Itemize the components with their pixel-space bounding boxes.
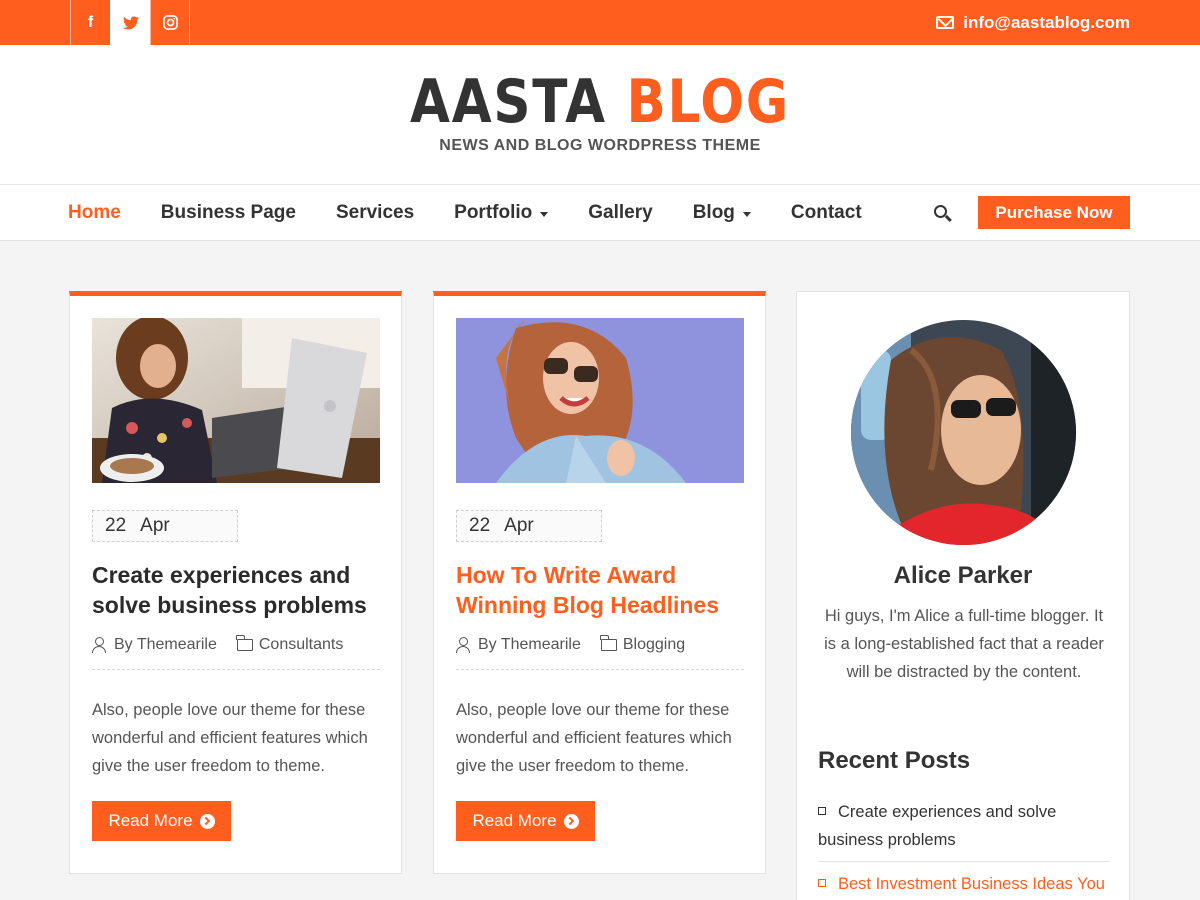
post-title[interactable]: How To Write Award Winning Blog Headline… bbox=[456, 560, 746, 620]
recent-posts-title: Recent Posts bbox=[818, 747, 971, 774]
nav-item-gallery[interactable]: Gallery bbox=[588, 202, 652, 224]
nav-item-home[interactable]: Home bbox=[68, 202, 121, 224]
post-image[interactable] bbox=[92, 318, 380, 483]
nav-item-contact[interactable]: Contact bbox=[791, 202, 862, 224]
author-name: Alice Parker bbox=[893, 562, 1033, 589]
facebook-glyph: f bbox=[87, 13, 94, 31]
sidebar: Alice Parker Hi guys, I'm Alice a full-t… bbox=[796, 291, 1130, 900]
post-card: 22 Apr How To Write Award Winning Blog H… bbox=[433, 291, 766, 874]
read-more-label: Read More bbox=[108, 811, 193, 830]
post-author[interactable]: By Themearile bbox=[478, 636, 581, 654]
date-month: Apr bbox=[140, 515, 170, 536]
main-nav: Home Business Page Services Portfolio Ga… bbox=[0, 185, 1200, 241]
twitter-bird-icon bbox=[122, 15, 139, 29]
recent-post-label: Create experiences and solve business pr… bbox=[818, 803, 1057, 849]
post-meta: By Themearile Consultants bbox=[92, 635, 380, 670]
post-date: 22 Apr bbox=[456, 510, 602, 542]
facebook-icon[interactable]: f bbox=[70, 0, 110, 45]
read-more-button[interactable]: Read More bbox=[456, 801, 595, 841]
envelope-icon bbox=[936, 16, 955, 29]
site-header: AASTA BLOG NEWS AND BLOG WORDPRESS THEME bbox=[0, 45, 1200, 185]
chevron-down-icon bbox=[742, 211, 751, 217]
recent-posts-list: Create experiences and solve business pr… bbox=[818, 798, 1110, 900]
logo-part1: AASTA bbox=[410, 67, 607, 137]
folder-icon bbox=[236, 635, 253, 651]
author-bio: Hi guys, I'm Alice a full-time blogger. … bbox=[824, 607, 1104, 681]
user-icon bbox=[92, 637, 106, 653]
woman-laptop-photo bbox=[92, 318, 380, 483]
email-link[interactable]: info@aastablog.com bbox=[936, 0, 1130, 45]
post-excerpt: Also, people love our theme for these wo… bbox=[456, 701, 732, 775]
nav-label: Home bbox=[68, 202, 121, 223]
nav-item-blog[interactable]: Blog bbox=[693, 202, 751, 224]
twitter-icon[interactable] bbox=[110, 0, 150, 45]
nav-label: Blog bbox=[692, 202, 735, 223]
site-logo[interactable]: AASTA BLOG bbox=[84, 67, 1116, 137]
post-category[interactable]: Blogging bbox=[623, 636, 685, 654]
post-meta: By Themearile Blogging bbox=[456, 635, 744, 670]
nav-label: Services bbox=[335, 202, 415, 223]
logo-part2: BLOG bbox=[626, 67, 790, 137]
nav-item-portfolio[interactable]: Portfolio bbox=[454, 202, 549, 224]
nav-menu: Home Business Page Services Portfolio Ga… bbox=[68, 185, 902, 241]
post-category[interactable]: Consultants bbox=[259, 636, 344, 654]
nav-item-services[interactable]: Services bbox=[336, 202, 414, 224]
author-avatar bbox=[851, 320, 1076, 545]
post-author[interactable]: By Themearile bbox=[114, 636, 217, 654]
post-title[interactable]: Create experiences and solve business pr… bbox=[92, 560, 382, 620]
purchase-now-button[interactable]: Purchase Now bbox=[978, 196, 1130, 229]
top-bar: f info@aastablog.com bbox=[0, 0, 1200, 45]
search-icon[interactable] bbox=[934, 205, 952, 222]
recent-post-item[interactable]: Create experiences and solve business pr… bbox=[818, 798, 1110, 862]
recent-post-label: Best Investment Business Ideas You bbox=[838, 875, 1105, 893]
read-more-button[interactable]: Read More bbox=[92, 801, 231, 841]
chevron-down-icon bbox=[540, 211, 549, 217]
square-bullet-icon bbox=[818, 879, 826, 887]
chevron-right-circle-icon bbox=[199, 813, 215, 829]
date-month: Apr bbox=[504, 515, 534, 536]
post-card: 22 Apr Create experiences and solve busi… bbox=[69, 291, 402, 874]
post-date: 22 Apr bbox=[92, 510, 238, 542]
social-links: f bbox=[70, 0, 190, 45]
post-image[interactable] bbox=[456, 318, 744, 483]
nav-label: Gallery bbox=[588, 202, 653, 223]
folder-icon bbox=[600, 635, 617, 651]
author-photo bbox=[851, 320, 1076, 545]
instagram-glyph-icon bbox=[162, 15, 178, 30]
email-text: info@aastablog.com bbox=[963, 12, 1130, 32]
site-tagline: NEWS AND BLOG WORDPRESS THEME bbox=[439, 137, 761, 154]
square-bullet-icon bbox=[818, 807, 826, 815]
nav-label: Contact bbox=[790, 202, 862, 223]
nav-item-business-page[interactable]: Business Page bbox=[161, 202, 296, 224]
nav-label: Portfolio bbox=[454, 202, 533, 223]
recent-post-item[interactable]: Best Investment Business Ideas You bbox=[818, 870, 1110, 900]
post-excerpt: Also, people love our theme for these wo… bbox=[92, 701, 368, 775]
date-day: 22 bbox=[105, 515, 127, 536]
instagram-icon[interactable] bbox=[150, 0, 190, 45]
user-icon bbox=[456, 637, 470, 653]
nav-label: Business Page bbox=[160, 202, 296, 223]
read-more-label: Read More bbox=[472, 811, 557, 830]
woman-sunglasses-photo bbox=[456, 318, 744, 483]
chevron-right-circle-icon bbox=[563, 813, 579, 829]
date-day: 22 bbox=[469, 515, 491, 536]
